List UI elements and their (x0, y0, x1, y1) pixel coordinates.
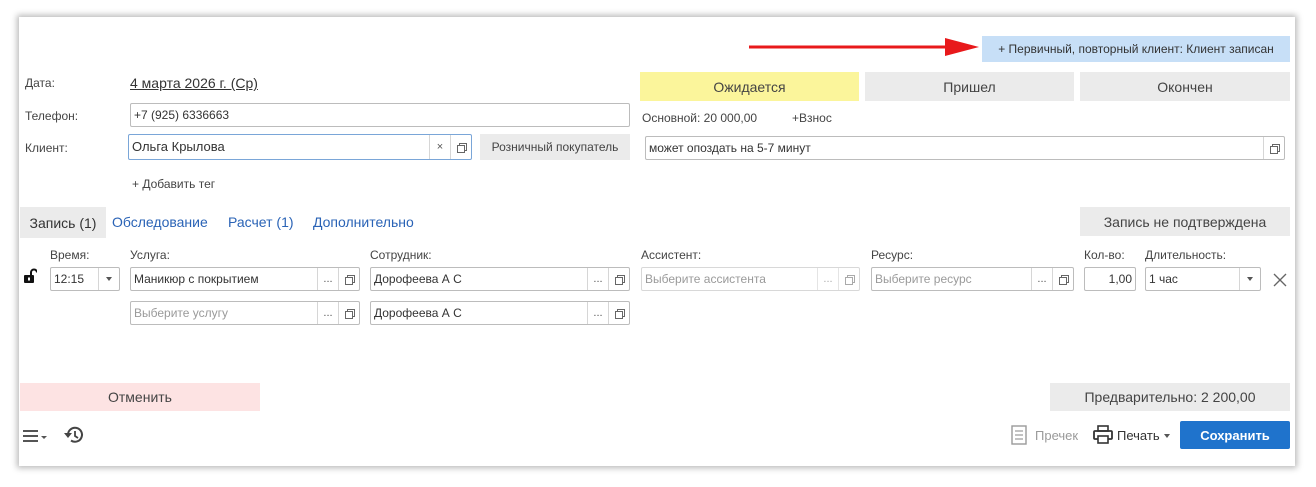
ellipsis-button[interactable]: ... (587, 302, 608, 324)
retail-customer-button[interactable]: Розничный покупатель (480, 134, 630, 160)
status-arrived-label: Пришел (943, 78, 996, 95)
date-link[interactable]: 4 марта 2026 г. (Ср) (130, 75, 258, 91)
balance-main: Основной: 20 000,00 (642, 111, 758, 125)
tab-examination[interactable]: Обследование (112, 214, 208, 230)
printer-icon[interactable] (1093, 425, 1113, 445)
tab-record[interactable]: Запись (1) (20, 207, 106, 238)
assistant-placeholder: Выберите ассистента (645, 272, 766, 286)
print-label: Печать (1117, 428, 1160, 443)
chevron-down-icon (1163, 433, 1170, 438)
time-value: 12:15 (54, 272, 85, 286)
tab-additional[interactable]: Дополнительно (313, 214, 414, 230)
precheck-label[interactable]: Пречек (1035, 428, 1078, 443)
phone-value: +7 (925) 6336663 (134, 108, 230, 122)
comment-field[interactable]: может опоздать на 5-7 минут (645, 136, 1285, 160)
status-finished-label: Окончен (1157, 78, 1213, 95)
not-confirmed-button[interactable]: Запись не подтверждена (1080, 207, 1290, 236)
remove-row-icon[interactable] (1273, 273, 1287, 287)
client-label: Клиент: (25, 141, 68, 155)
unlock-icon[interactable] (23, 268, 37, 284)
service-value: Маникюр с покрытием (134, 272, 259, 286)
quantity-field[interactable]: 1,00 (1084, 267, 1136, 291)
history-icon[interactable] (63, 424, 85, 446)
open-service-icon[interactable] (338, 268, 359, 290)
clear-icon[interactable]: × (429, 135, 450, 159)
service-field-empty[interactable]: Выберите услугу ... (130, 301, 360, 325)
quantity-value: 1,00 (1108, 272, 1132, 286)
duration-header: Длительность: (1145, 248, 1227, 262)
cancel-button[interactable]: Отменить (20, 383, 260, 411)
resource-placeholder: Выберите ресурс (875, 272, 972, 286)
save-button[interactable]: Сохранить (1180, 421, 1290, 449)
open-service-icon[interactable] (338, 302, 359, 324)
deposit-link[interactable]: +Взнос (792, 111, 832, 125)
open-client-icon[interactable] (450, 135, 471, 159)
print-menu-button[interactable]: Печать (1117, 428, 1170, 443)
status-arrived-button[interactable]: Пришел (865, 72, 1074, 101)
ellipsis-button[interactable]: ... (587, 268, 608, 290)
open-comment-icon[interactable] (1263, 137, 1284, 159)
ellipsis-button[interactable]: ... (1031, 268, 1052, 290)
open-employee-icon[interactable] (608, 268, 629, 290)
resource-header: Ресурс: (871, 248, 914, 262)
precheck-icon[interactable] (1011, 425, 1027, 445)
menu-icon[interactable] (23, 428, 49, 444)
chevron-down-icon[interactable] (1239, 268, 1260, 290)
client-field[interactable]: Ольга Крылова × (128, 134, 472, 160)
phone-field[interactable]: +7 (925) 6336663 (130, 103, 630, 127)
add-tag-link[interactable]: + Добавить тег (132, 177, 215, 191)
retail-customer-label: Розничный покупатель (491, 140, 619, 154)
quantity-header: Кол-во: (1084, 248, 1125, 262)
duration-value: 1 час (1149, 272, 1178, 286)
tab-record-label: Запись (1) (29, 214, 97, 231)
ellipsis-button[interactable]: ... (817, 268, 838, 290)
cancel-label: Отменить (108, 389, 172, 405)
service-placeholder: Выберите услугу (134, 306, 229, 320)
ellipsis-button[interactable]: ... (317, 302, 338, 324)
employee-field[interactable]: Дорофеева А С ... (370, 267, 630, 291)
phone-label: Телефон: (25, 109, 79, 123)
client-value: Ольга Крылова (132, 139, 225, 154)
assistant-field[interactable]: Выберите ассистента ... (641, 267, 860, 291)
chevron-down-icon[interactable] (98, 268, 119, 290)
open-resource-icon[interactable] (1052, 268, 1073, 290)
resource-field[interactable]: Выберите ресурс ... (871, 267, 1074, 291)
status-finished-button[interactable]: Окончен (1080, 72, 1290, 101)
time-header: Время: (50, 248, 90, 262)
tab-calculation[interactable]: Расчет (1) (228, 214, 294, 230)
client-status-banner[interactable]: + Первичный, повторный клиент: Клиент за… (982, 36, 1290, 62)
open-assistant-icon[interactable] (838, 268, 859, 290)
ellipsis-button[interactable]: ... (317, 268, 338, 290)
status-expected-label: Ожидается (713, 78, 786, 95)
client-status-banner-text: + Первичный, повторный клиент: Клиент за… (998, 42, 1274, 56)
annotation-arrow (749, 38, 979, 56)
status-expected-button[interactable]: Ожидается (640, 72, 859, 101)
time-select[interactable]: 12:15 (50, 267, 120, 291)
date-label: Дата: (25, 76, 55, 90)
duration-select[interactable]: 1 час (1145, 267, 1261, 291)
service-field[interactable]: Маникюр с покрытием ... (130, 267, 360, 291)
save-label: Сохранить (1200, 427, 1270, 443)
service-header: Услуга: (130, 248, 170, 262)
employee-value: Дорофеева А С (374, 272, 462, 286)
preliminary-total: Предварительно: 2 200,00 (1050, 383, 1290, 411)
not-confirmed-label: Запись не подтверждена (1103, 213, 1267, 230)
employee-header: Сотрудник: (370, 248, 432, 262)
comment-value: может опоздать на 5-7 минут (649, 141, 811, 155)
assistant-header: Ассистент: (641, 248, 702, 262)
employee-value-2: Дорофеева А С (374, 306, 462, 320)
open-employee-icon[interactable] (608, 302, 629, 324)
employee-field-2[interactable]: Дорофеева А С ... (370, 301, 630, 325)
preliminary-total-label: Предварительно: 2 200,00 (1084, 389, 1256, 405)
